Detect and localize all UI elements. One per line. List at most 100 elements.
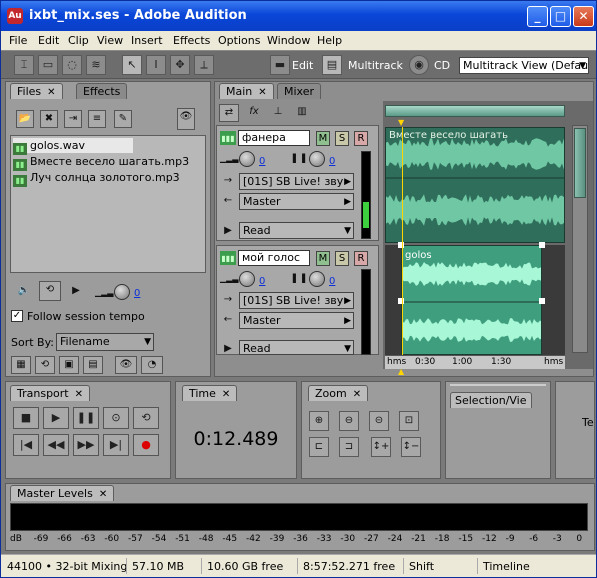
mute-button[interactable]: M [316,131,330,146]
volume-value[interactable]: 0 [259,276,265,287]
cd-file-icon[interactable]: ◔ [141,356,163,374]
pan-knob[interactable] [309,151,325,167]
automation-select[interactable]: Read ▼ [239,340,354,355]
clip-track-1[interactable]: Вместе весело шагать [385,127,565,243]
pan-value[interactable]: 0 [329,156,335,167]
rewind-button[interactable]: ◀◀ [43,434,69,456]
title-bar[interactable]: Au ixbt_mix.ses - Adobe Audition _ □ ✕ [1,1,596,31]
menu-help[interactable]: Help [317,34,342,47]
show-midi-icon[interactable]: ▣ [59,356,79,374]
hybrid-tool-icon[interactable]: ⌶ [14,55,34,75]
mute-button[interactable]: M [316,251,330,266]
multitrack-view-icon[interactable]: ▤ [322,55,342,75]
tab-time[interactable]: Time ✕ [182,385,238,401]
edit-view-icon[interactable]: ▬ [270,55,290,75]
input-select[interactable]: [01S] SB Live! зву ▶ [239,173,354,190]
output-select[interactable]: Master ▶ [239,312,354,329]
clip-handle[interactable] [539,242,545,248]
zoom-selection-icon[interactable]: ⊡ [399,411,419,431]
list-item[interactable]: ▮▮ Луч солнца золотого.mp3 [13,170,180,187]
hybrid-move-tool-icon[interactable]: ✥ [170,55,190,75]
zoom-in-amplitude-icon[interactable]: ⊕ [309,411,329,431]
multitrack-view-label[interactable]: Multitrack [348,59,403,72]
solo-button[interactable]: S [335,251,349,266]
autoplay-speaker-icon[interactable]: 🔈 [15,283,33,301]
clip-handle[interactable] [398,242,404,248]
close-file-icon[interactable]: ✖ [40,110,58,128]
tab-main[interactable]: Main ✕ [219,83,274,99]
show-options-icon[interactable]: 👁 [177,108,195,130]
tab-zoom[interactable]: Zoom ✕ [308,385,369,401]
time-ruler[interactable]: hms 0:30 1:00 1:30 hms [385,355,565,369]
fast-forward-button[interactable]: ▶▶ [73,434,99,456]
show-audio-icon[interactable]: ▦ [11,356,31,374]
menu-insert[interactable]: Insert [131,34,163,47]
close-icon[interactable]: ✕ [258,87,266,98]
cd-view-label[interactable]: CD [434,59,450,72]
expand-arrow-icon[interactable]: ▶ [219,341,237,359]
menu-view[interactable]: View [97,34,123,47]
play-icon[interactable]: ▶ [67,283,85,301]
zoom-out-full-icon[interactable]: ⊝ [369,411,389,431]
clip-handle[interactable] [539,298,545,304]
close-icon[interactable]: ✕ [75,389,83,400]
scrollbar-thumb[interactable] [574,128,586,198]
move-tool-icon[interactable]: ↖ [122,55,142,75]
clip-track-2[interactable]: golos [401,245,542,355]
list-item[interactable]: ▮▮ golos.wav [13,138,133,155]
spectral-tool-icon[interactable]: ⟂ [194,55,214,75]
time-selection-tool-icon[interactable]: I [146,55,166,75]
loop-icon[interactable]: ⟲ [39,281,61,301]
sends-icon[interactable]: ⊥ [269,104,287,122]
io-toggle-icon[interactable]: ⇄ [219,104,239,122]
record-arm-button[interactable]: R [354,251,368,266]
cd-icon[interactable]: ◉ [409,55,429,75]
zoom-left-edge-icon[interactable]: ⊏ [309,437,329,457]
track-name-input[interactable]: фанера [238,130,310,146]
go-to-start-button[interactable]: |◀ [13,434,39,456]
output-select[interactable]: Master ▶ [239,193,354,210]
tab-selection-view[interactable]: Selection/Vie [450,392,532,408]
sort-by-select[interactable]: Filename ▼ [56,333,154,351]
show-video-icon[interactable]: ▤ [83,356,103,374]
tab-effects[interactable]: Effects [76,83,128,99]
zoom-right-edge-icon[interactable]: ⊐ [339,437,359,457]
record-arm-button[interactable]: R [354,131,368,146]
play-from-cursor-button[interactable]: ⊙ [103,407,129,429]
close-icon[interactable]: ✕ [353,389,361,400]
volume-knob[interactable] [114,284,130,300]
track-name-input[interactable]: мой голос [238,250,310,266]
solo-button[interactable]: S [335,131,349,146]
view-options-icon[interactable]: 👁 [115,356,137,374]
volume-knob[interactable] [239,151,255,167]
tab-transport[interactable]: Transport ✕ [10,385,91,401]
menu-effects[interactable]: Effects [173,34,210,47]
volume-value[interactable]: 0 [259,156,265,167]
menu-edit[interactable]: Edit [38,34,59,47]
playhead-marker-icon[interactable]: ▲ [398,367,404,376]
zoom-in-vertical-icon[interactable]: ↕+ [371,437,391,457]
loop-play-button[interactable]: ⟲ [133,407,159,429]
maximize-icon[interactable]: □ [550,6,571,27]
close-icon[interactable]: ✕ [573,6,594,27]
marquee-tool-icon[interactable]: ▭ [38,55,58,75]
effects-fx-icon[interactable]: fx [245,104,263,122]
workspace-select[interactable]: Multitrack View (Defaul ▼ [459,57,589,74]
tab-master-levels[interactable]: Master Levels ✕ [10,485,115,501]
tab-files[interactable]: Files ✕ [10,83,63,99]
zoom-out-amplitude-icon[interactable]: ⊖ [339,411,359,431]
insert-cd-icon[interactable]: ≡ [88,110,106,128]
expand-arrow-icon[interactable]: ▶ [219,223,237,241]
volume-knob[interactable] [239,271,255,287]
overview-scrollbar[interactable] [385,105,565,117]
pause-button[interactable]: ❚❚ [73,407,99,429]
edit-file-icon[interactable]: ✎ [114,110,132,128]
vertical-scrollbar[interactable] [572,125,588,353]
close-icon[interactable]: ✕ [99,489,107,500]
zoom-out-vertical-icon[interactable]: ↕− [401,437,421,457]
pan-knob[interactable] [309,271,325,287]
automation-select[interactable]: Read ▼ [239,222,354,239]
list-item[interactable]: ▮▮ Вместе весело шагать.mp3 [13,154,189,171]
open-file-icon[interactable]: 📂 [16,110,34,128]
close-icon[interactable]: ✕ [222,389,230,400]
